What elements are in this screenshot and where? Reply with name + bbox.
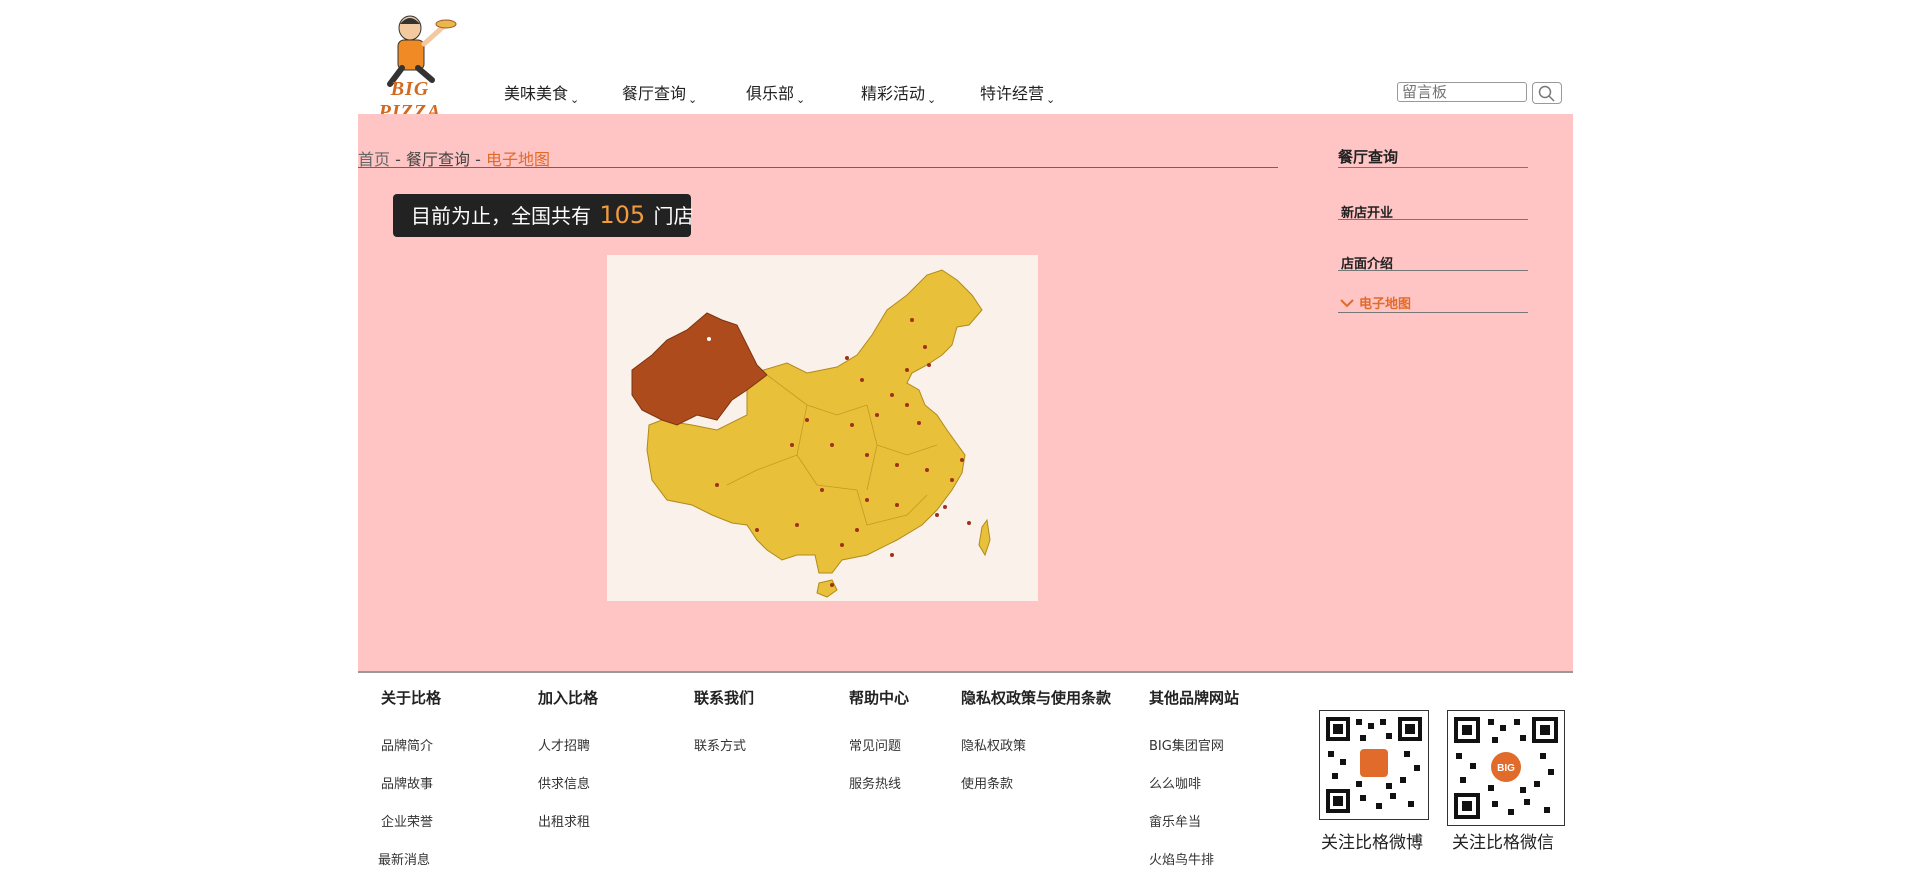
nav-label: 美味美食 (504, 84, 569, 103)
footer-link[interactable]: 么么咖啡 (1149, 773, 1201, 792)
divider (1338, 219, 1528, 220)
footer-heading-help: 帮助中心 (849, 689, 910, 707)
divider (1338, 312, 1528, 313)
store-count-prefix: 目前为止，全国共有 (411, 204, 591, 228)
map-region-mainland[interactable] (646, 269, 983, 574)
chevron-down-icon: ⌄ (1046, 93, 1056, 106)
chevron-down-icon: ⌄ (796, 93, 806, 106)
nav-item-food[interactable]: 美味美食 ⌄ (504, 80, 580, 106)
weibo-qr-label: 关注比格微博 (1321, 833, 1423, 853)
nav-label: 俱乐部 (746, 84, 795, 103)
footer-link[interactable]: 出租求租 (538, 811, 590, 830)
divider (1338, 167, 1528, 168)
footer-link[interactable]: BIG集团官网 (1149, 735, 1224, 754)
nav-item-events[interactable]: 精彩活动 ⌄ (861, 80, 937, 106)
chevron-down-icon: ⌄ (688, 93, 698, 106)
svg-text:BIG: BIG (1497, 763, 1515, 774)
footer-link[interactable]: 供求信息 (538, 773, 590, 792)
store-count-number: 105 (599, 201, 646, 229)
weibo-qr-code (1319, 710, 1429, 820)
footer-heading-contact: 联系我们 (694, 689, 755, 707)
footer-heading-about: 关于比格 (381, 689, 442, 707)
search-icon (1538, 85, 1555, 102)
footer-link[interactable]: 最新消息 (378, 849, 430, 868)
wechat-qr-label: 关注比格微信 (1452, 833, 1554, 853)
bigpizza-logo-icon (1360, 749, 1388, 777)
message-board-input[interactable] (1397, 82, 1527, 102)
map-region-taiwan[interactable] (978, 518, 991, 557)
nav-label: 特许经营 (980, 84, 1045, 103)
divider (1338, 270, 1528, 271)
nav-label: 餐厅查询 (622, 84, 687, 103)
nav-item-franchise[interactable]: 特许经营 ⌄ (980, 80, 1056, 106)
footer-link[interactable]: 人才招聘 (538, 735, 590, 754)
footer-link[interactable]: 火焰鸟牛排 (1149, 849, 1214, 868)
divider (358, 167, 1278, 168)
sidebar-item-label: 电子地图 (1359, 297, 1412, 312)
sidebar-item-e-map[interactable]: 电子地图 (1340, 293, 1411, 312)
store-count-suffix: 门店 (653, 204, 694, 228)
sidebar-title: 餐厅查询 (1338, 148, 1399, 166)
chevron-down-icon (1340, 297, 1354, 312)
footer-heading-privacy: 隐私权政策与使用条款 (961, 689, 1112, 707)
footer-link[interactable]: 服务热线 (849, 773, 901, 792)
china-store-map[interactable] (607, 255, 1038, 601)
footer-link[interactable]: 品牌简介 (381, 735, 433, 754)
footer-link[interactable]: 畲乐牟当 (1149, 811, 1201, 830)
map-region-hainan[interactable] (816, 579, 838, 598)
footer-link[interactable]: 企业荣誉 (381, 811, 433, 830)
nav-item-restaurant[interactable]: 餐厅查询 ⌄ (622, 80, 698, 106)
search-button[interactable] (1532, 82, 1562, 104)
footer-link[interactable]: 隐私权政策 (961, 735, 1026, 754)
wechat-qr-code: BIG (1447, 710, 1565, 826)
nav-label: 精彩活动 (861, 84, 926, 103)
store-count-banner: 目前为止，全国共有 105 门店 (393, 194, 694, 237)
footer-link[interactable]: 使用条款 (961, 773, 1013, 792)
footer-link[interactable]: 联系方式 (694, 735, 746, 754)
footer-heading-join: 加入比格 (538, 689, 599, 707)
footer-heading-brands: 其他品牌网站 (1149, 689, 1240, 707)
divider (358, 671, 1573, 673)
footer-link[interactable]: 常见问题 (849, 735, 901, 754)
footer-link[interactable]: 品牌故事 (381, 773, 433, 792)
chevron-down-icon: ⌄ (927, 93, 937, 106)
nav-item-club[interactable]: 俱乐部 ⌄ (746, 80, 806, 106)
chevron-down-icon: ⌄ (570, 93, 580, 106)
